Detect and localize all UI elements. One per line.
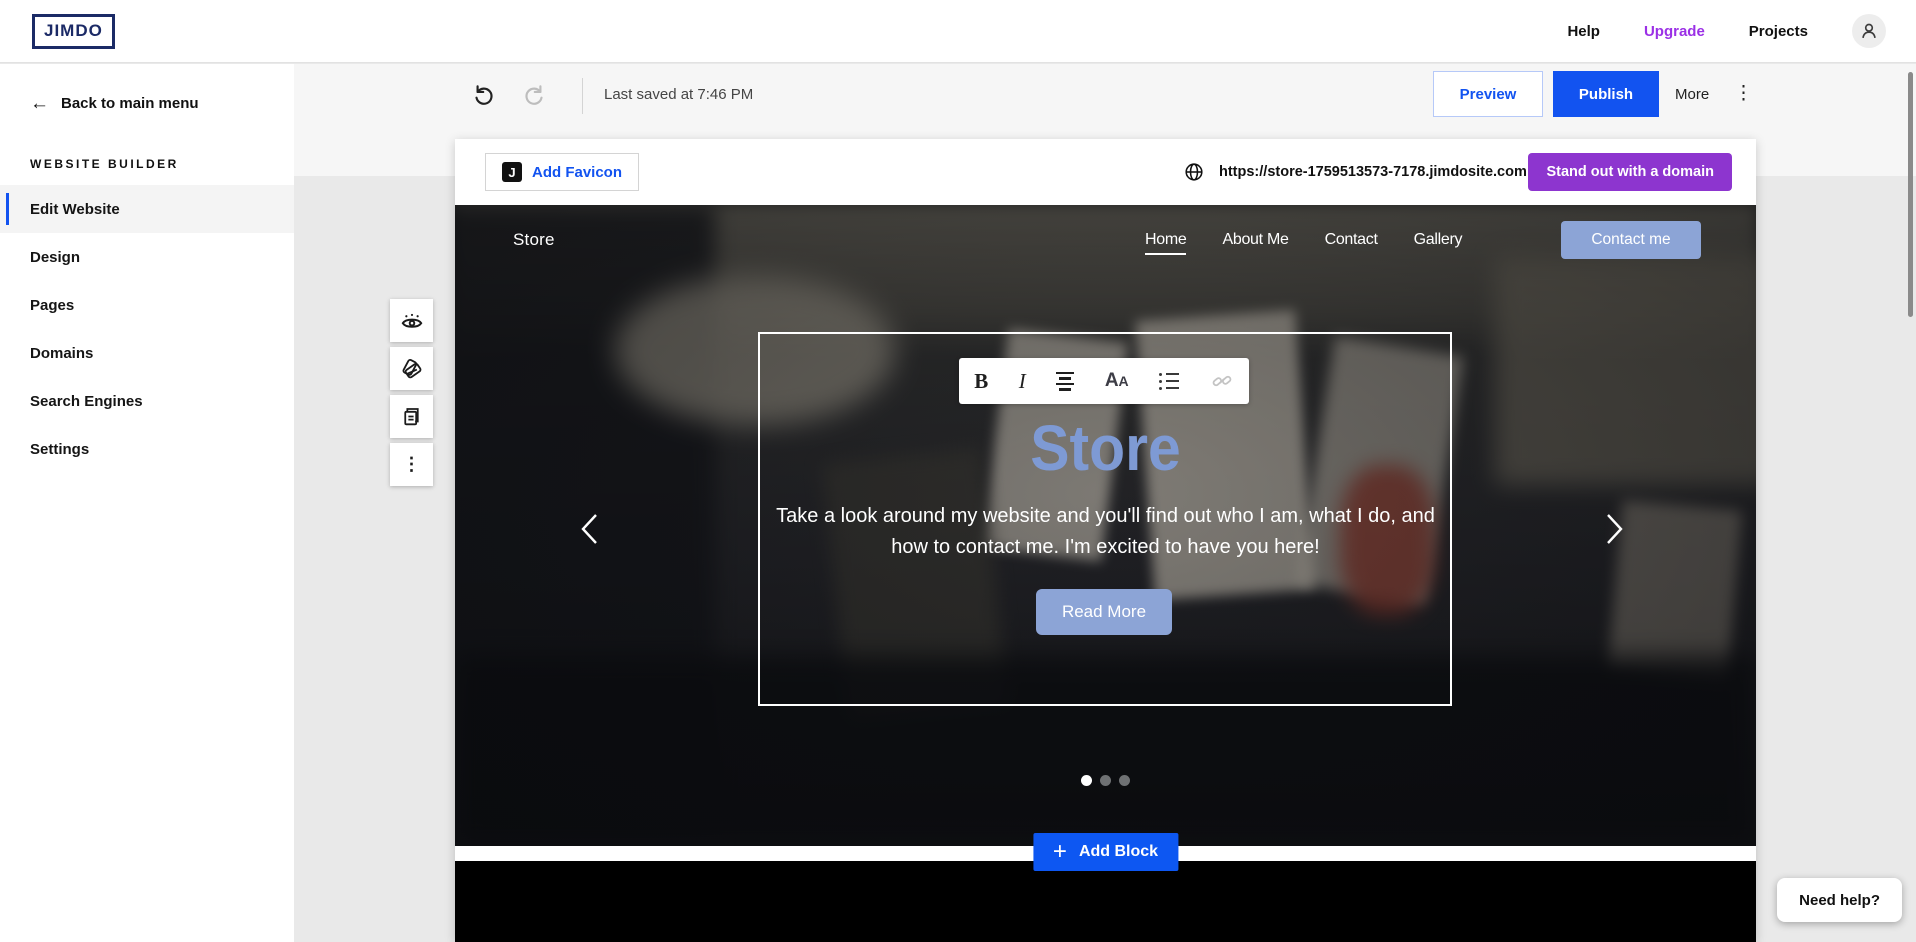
site-nav-home[interactable]: Home — [1145, 231, 1186, 255]
carousel-dot-3[interactable] — [1119, 775, 1130, 786]
hide-block-button[interactable] — [390, 299, 433, 342]
undo-icon — [470, 82, 496, 108]
chevron-left-icon — [575, 510, 605, 548]
add-block-button[interactable]: + Add Block — [1033, 833, 1178, 871]
upgrade-link[interactable]: Upgrade — [1644, 23, 1705, 40]
bullet-list-icon — [1159, 373, 1179, 390]
plus-icon: + — [1053, 840, 1067, 864]
site-meta-bar: J Add Favicon https://store-1759513573-7… — [455, 139, 1756, 205]
site-nav-about-me[interactable]: About Me — [1222, 231, 1288, 255]
toolbar-divider — [582, 78, 583, 114]
text-format-toolbar: B I AA — [959, 358, 1249, 404]
redo-button[interactable] — [522, 82, 548, 108]
carousel-next-button[interactable] — [1599, 509, 1635, 549]
carousel-prev-button[interactable] — [575, 509, 611, 549]
back-arrow-icon: ← — [30, 94, 49, 113]
site-url[interactable]: https://store-1759513573-7178.jimdosite.… — [1219, 164, 1527, 180]
sidebar-item-settings[interactable]: Settings — [0, 425, 294, 473]
sidebar-item-edit-website[interactable]: Edit Website — [0, 185, 294, 233]
font-icon: A — [1105, 370, 1119, 392]
carousel-dot-1[interactable] — [1081, 775, 1092, 786]
more-menu-dots-icon[interactable]: ⋮ — [1734, 82, 1753, 105]
align-center-icon — [1056, 372, 1074, 391]
link-button[interactable] — [1210, 369, 1234, 393]
site-nav: Store Home About Me Contact Gallery Cont… — [455, 205, 1756, 277]
sidebar-item-domains[interactable]: Domains — [0, 329, 294, 377]
globe-icon — [1183, 161, 1205, 183]
italic-button[interactable]: I — [1019, 369, 1026, 394]
block-more-button[interactable]: ⋮ — [390, 443, 433, 486]
back-to-main-menu[interactable]: ← Back to main menu — [0, 64, 294, 113]
need-help-button[interactable]: Need help? — [1777, 878, 1902, 922]
site-brand[interactable]: Store — [513, 230, 555, 250]
vertical-dots-icon: ⋮ — [403, 454, 421, 475]
site-nav-contact[interactable]: Contact — [1325, 231, 1378, 255]
jimdo-logo[interactable]: JIMDO — [32, 14, 115, 49]
more-label[interactable]: More — [1675, 86, 1709, 103]
carousel-dot-2[interactable] — [1100, 775, 1111, 786]
copy-icon — [399, 404, 424, 429]
sidebar-section-title: WEBSITE BUILDER — [0, 113, 294, 185]
add-block-label: Add Block — [1079, 843, 1158, 861]
block-tools: ⋮ — [390, 299, 433, 486]
hero-text[interactable]: Take a look around my website and you'll… — [776, 501, 1436, 563]
page-scrollbar-thumb[interactable] — [1908, 72, 1913, 317]
favicon-placeholder-icon: J — [502, 162, 522, 182]
bold-button[interactable]: B — [974, 369, 988, 394]
link-icon — [1210, 369, 1234, 393]
about-me-title: About Me — [494, 932, 1717, 942]
editor-main: Last saved at 7:46 PM Preview Publish Mo… — [294, 64, 1916, 942]
sidebar-item-design[interactable]: Design — [0, 233, 294, 281]
style-swatches-icon — [399, 356, 425, 382]
site-preview-frame: J Add Favicon https://store-1759513573-7… — [455, 139, 1756, 942]
sidebar-item-pages[interactable]: Pages — [0, 281, 294, 329]
read-more-button[interactable]: Read More — [1036, 589, 1172, 635]
domain-upsell-button[interactable]: Stand out with a domain — [1528, 153, 1732, 191]
carousel-dots — [455, 775, 1756, 786]
duplicate-block-button[interactable] — [390, 395, 433, 438]
add-favicon-label: Add Favicon — [532, 164, 622, 181]
app-header: JIMDO Help Upgrade Projects — [0, 0, 1916, 63]
list-button[interactable] — [1159, 373, 1179, 390]
preview-button[interactable]: Preview — [1433, 71, 1543, 117]
align-button[interactable] — [1056, 372, 1074, 391]
add-favicon-button[interactable]: J Add Favicon — [485, 153, 639, 191]
projects-link[interactable]: Projects — [1749, 23, 1808, 40]
help-link[interactable]: Help — [1567, 23, 1600, 40]
about-me-section: About Me — [455, 861, 1756, 942]
back-label: Back to main menu — [61, 95, 199, 112]
hero-block: Store Home About Me Contact Gallery Cont… — [455, 205, 1756, 846]
chevron-right-icon — [1599, 510, 1629, 548]
hero-title[interactable]: Store — [507, 411, 1704, 485]
font-style-button[interactable]: AA — [1105, 370, 1129, 392]
site-nav-gallery[interactable]: Gallery — [1414, 231, 1463, 255]
person-icon — [1858, 20, 1880, 42]
redo-icon — [522, 82, 548, 108]
last-saved-status: Last saved at 7:46 PM — [604, 86, 753, 103]
account-avatar[interactable] — [1852, 14, 1886, 48]
block-style-button[interactable] — [390, 347, 433, 390]
undo-button[interactable] — [470, 82, 496, 108]
publish-button[interactable]: Publish — [1553, 71, 1659, 117]
eye-icon — [399, 308, 425, 334]
sidebar-item-search-engines[interactable]: Search Engines — [0, 377, 294, 425]
contact-me-button[interactable]: Contact me — [1561, 221, 1701, 259]
sidebar: ← Back to main menu WEBSITE BUILDER Edit… — [0, 64, 294, 942]
